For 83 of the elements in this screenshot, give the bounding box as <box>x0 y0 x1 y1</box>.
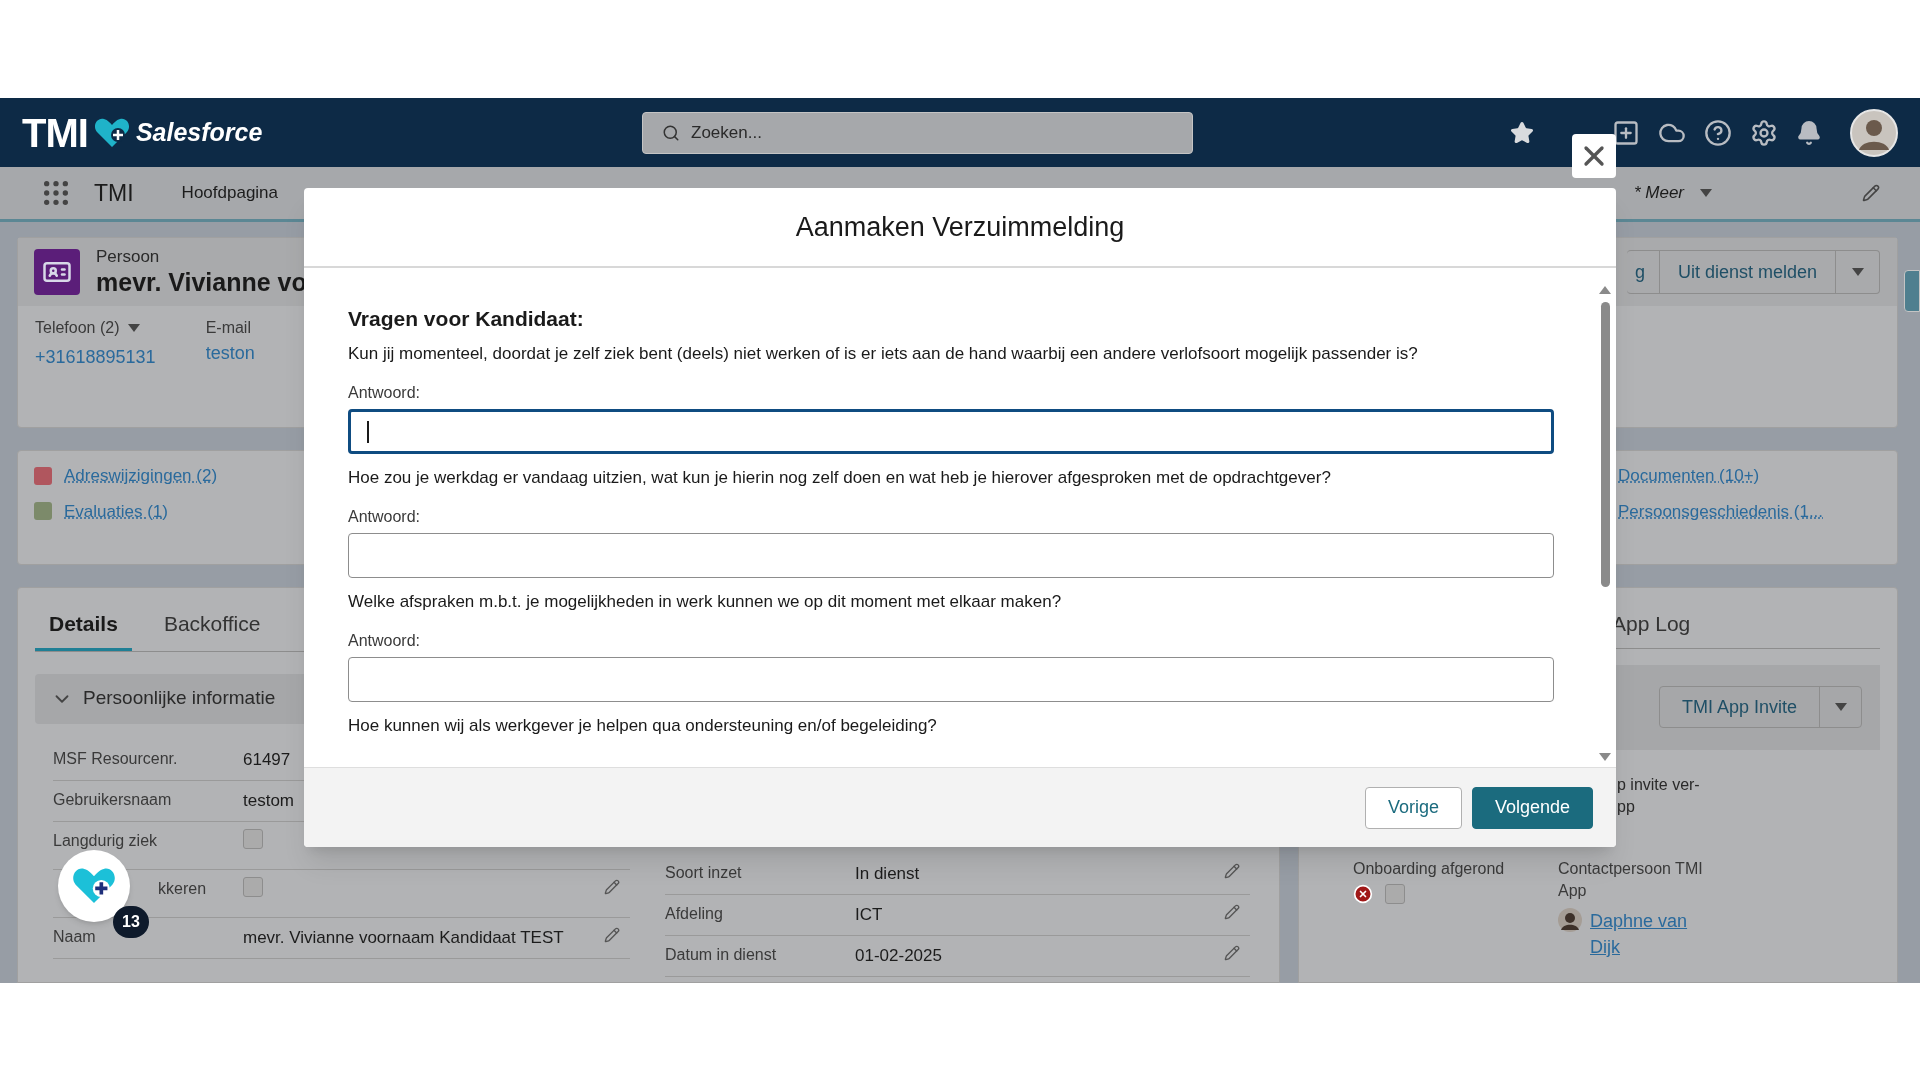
field-value: 61497 <box>243 748 292 771</box>
checkbox[interactable] <box>1385 883 1405 904</box>
pencil-icon[interactable] <box>1224 903 1240 920</box>
side-panel-toggle[interactable] <box>1904 270 1920 312</box>
field-label: kkeren <box>158 879 207 897</box>
answer-field[interactable] <box>348 409 1554 454</box>
field-label: MSF Resourcenr. <box>53 749 178 767</box>
pencil-icon[interactable] <box>604 878 620 895</box>
answer-label: Antwoord: <box>348 631 422 651</box>
action-button[interactable]: g <box>1626 251 1659 293</box>
field-label: Naam <box>53 927 96 945</box>
question-text: Kun jij momenteel, doordat je zelf ziek bent (deels) niet werken of is er iets aan de hand waarbij een andere verlofsoort mogelijk passender is? <box>348 343 1419 365</box>
contact-card-icon <box>34 249 80 295</box>
note-text: p invite ver- <box>1617 774 1701 795</box>
email-link[interactable]: teston <box>205 340 255 367</box>
pencil-icon[interactable] <box>1224 862 1240 879</box>
answer-field[interactable] <box>348 533 1554 578</box>
field-label: Gebruikersnaam <box>53 790 172 808</box>
phone-label: Telefoon (2) <box>35 318 120 338</box>
field-label: Onboarding afgerond <box>1353 858 1506 879</box>
avatar-icon <box>1558 907 1582 932</box>
record-type: Persoon <box>96 247 161 267</box>
field-label: Afdeling <box>665 904 723 922</box>
pencil-icon[interactable] <box>604 926 620 943</box>
caret-icon <box>127 324 140 332</box>
plus-square-icon[interactable] <box>1612 118 1640 147</box>
form-heading: Vragen voor Kandidaat: <box>348 306 585 332</box>
contact-link[interactable]: Daphne van Dijk <box>1590 907 1700 960</box>
answer-label: Antwoord: <box>348 507 422 527</box>
brand-text: Salesforce <box>135 116 263 148</box>
checkbox[interactable] <box>243 876 263 897</box>
question-text: Hoe kunnen wij als werkgever je helpen qua ondersteuning en/of begeleiding? <box>348 715 938 737</box>
email-label: E-mail <box>205 318 252 338</box>
heart-plus-icon <box>72 866 116 906</box>
field-label: Contactpersoon TMI App <box>1558 858 1704 901</box>
note-text: pp <box>1617 796 1636 817</box>
avatar-icon[interactable] <box>1850 108 1898 157</box>
field-value: ICT <box>855 903 884 926</box>
answer-field[interactable] <box>348 657 1554 702</box>
pencil-icon[interactable] <box>1862 184 1880 202</box>
logo-text: TMI <box>22 112 88 153</box>
close-button[interactable] <box>1572 134 1616 178</box>
phone-link[interactable]: +31618895131 <box>35 344 156 371</box>
record-tab[interactable]: Backoffice <box>149 608 275 651</box>
record-tab[interactable]: Details <box>35 608 132 651</box>
question-text: Hoe zou je werkdag er vandaag uitzien, wat kun je hierin nog zelf doen en wat heb je hierover afgesproken met de opdrachtgever? <box>348 467 1332 489</box>
field-value: In dienst <box>855 862 921 885</box>
app-name: TMI <box>94 178 134 208</box>
modal-title: Aanmaken Verzuimmelding <box>795 210 1125 244</box>
search-icon <box>662 123 680 142</box>
field-value: 01-02-2025 <box>855 944 943 967</box>
field-value: testom <box>243 789 296 812</box>
related-link[interactable]: Evaluaties (1) <box>64 498 168 524</box>
heart-plus-icon <box>93 116 130 149</box>
star-icon[interactable] <box>1510 120 1534 145</box>
caret-icon <box>1851 268 1864 276</box>
checkbox[interactable] <box>243 828 263 849</box>
previous-button[interactable]: Vorige <box>1364 786 1462 829</box>
scrollbar[interactable] <box>1599 286 1611 761</box>
next-button[interactable]: Volgende <box>1471 786 1593 829</box>
nav-tab[interactable]: Hoofdpagina <box>179 180 281 206</box>
action-button[interactable]: Uit dienst melden <box>1658 251 1835 293</box>
caret-icon <box>1599 286 1611 294</box>
caret-icon <box>1599 753 1611 761</box>
help-icon[interactable] <box>1704 118 1732 147</box>
related-list-icon <box>34 466 52 485</box>
answer-label: Antwoord: <box>348 383 422 403</box>
related-link[interactable]: Persoonsgeschiedenis (1... <box>1618 501 1824 521</box>
field-label: Langdurig ziek <box>53 831 158 849</box>
search-field[interactable]: Zoeken... <box>642 111 1193 154</box>
related-link[interactable]: Documenten (10+) <box>1618 466 1760 485</box>
caret-icon <box>1834 703 1847 711</box>
related-link[interactable]: Adreswijzigingen (2) <box>64 463 218 489</box>
field-value: mevr. Vivianne voornaam Kandidaat TEST <box>243 926 565 949</box>
pencil-icon[interactable] <box>1224 944 1240 961</box>
caret-icon <box>1700 189 1712 197</box>
more-tab[interactable]: * Meer <box>1633 180 1684 206</box>
question-text: Welke afspraken m.b.t. je mogelijkheden in werk kunnen we op dit moment met elkaar maken? <box>348 591 1063 613</box>
field-label: Soort inzet <box>665 863 742 881</box>
related-list-icon <box>34 502 52 521</box>
field-label: Datum in dienst <box>665 945 777 963</box>
settings-icon[interactable] <box>1750 118 1778 147</box>
bell-icon[interactable] <box>1796 119 1822 146</box>
